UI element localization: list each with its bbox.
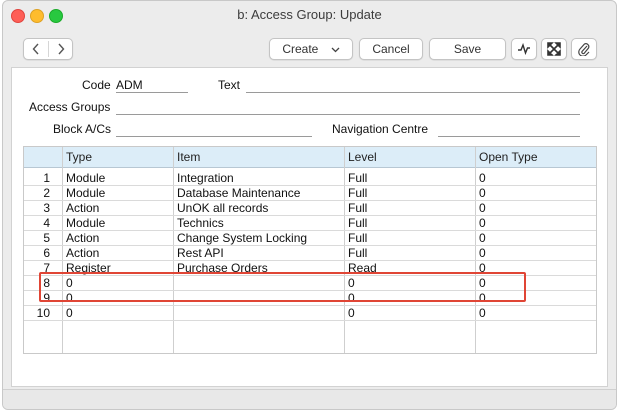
open-type-cell[interactable]: 0	[479, 201, 486, 216]
paperclip-icon	[578, 43, 590, 57]
column-header-item[interactable]: Item	[177, 150, 200, 164]
create-button[interactable]: Create	[269, 38, 353, 60]
level-cell[interactable]: Full	[348, 201, 367, 216]
type-cell[interactable]: Action	[66, 246, 99, 261]
table-row[interactable]: 3 Action UnOK all records Full 0	[24, 201, 596, 216]
navigation-centre-field[interactable]	[438, 122, 580, 137]
previous-record-button[interactable]	[24, 39, 48, 59]
activity-button[interactable]	[511, 38, 537, 60]
highlight-annotation-box	[39, 272, 526, 302]
type-cell[interactable]: Module	[66, 216, 105, 231]
column-header-level[interactable]: Level	[348, 150, 377, 164]
open-type-cell[interactable]: 0	[479, 231, 486, 246]
record-navigation	[23, 38, 73, 60]
chevron-left-icon	[32, 43, 39, 55]
window-title: b: Access Group: Update	[237, 7, 382, 22]
open-type-cell[interactable]: 0	[479, 171, 486, 186]
row-number: 1	[43, 171, 50, 185]
table-row[interactable]: 10 0 0 0	[24, 306, 596, 321]
expand-icon	[547, 42, 561, 56]
text-label: Text	[218, 78, 241, 92]
open-type-cell[interactable]: 0	[479, 306, 486, 321]
code-label: Code	[82, 78, 111, 92]
create-button-label: Create	[282, 42, 319, 56]
column-header-type[interactable]: Type	[66, 150, 92, 164]
item-cell[interactable]: UnOK all records	[177, 201, 268, 216]
level-cell[interactable]: Full	[348, 231, 367, 246]
open-type-cell[interactable]: 0	[479, 216, 486, 231]
row-number: 2	[43, 186, 50, 200]
item-cell[interactable]: Database Maintenance	[177, 186, 300, 201]
access-group-window: b: Access Group: Update Create Cancel Sa…	[2, 0, 617, 410]
row-number: 4	[43, 216, 50, 230]
level-cell[interactable]: 0	[348, 306, 355, 321]
grid-header: Type Item Level Open Type	[24, 147, 596, 168]
type-cell[interactable]: Module	[66, 186, 105, 201]
chevron-down-icon	[331, 47, 340, 53]
access-grid: Type Item Level Open Type 1 Module Integ…	[23, 146, 597, 354]
type-cell[interactable]: Module	[66, 171, 105, 186]
level-cell[interactable]: Full	[348, 186, 367, 201]
table-row[interactable]: 1 Module Integration Full 0	[24, 171, 596, 186]
title-bar: b: Access Group: Update	[3, 1, 616, 29]
type-cell[interactable]: 0	[66, 306, 73, 321]
next-record-button[interactable]	[49, 39, 73, 59]
attach-button[interactable]	[571, 38, 597, 60]
table-row[interactable]: 2 Module Database Maintenance Full 0	[24, 186, 596, 201]
text-field[interactable]	[246, 78, 580, 93]
item-cell[interactable]: Technics	[177, 216, 224, 231]
column-header-open-type[interactable]: Open Type	[479, 150, 538, 164]
table-row[interactable]: 4 Module Technics Full 0	[24, 216, 596, 231]
access-groups-label: Access Groups	[29, 100, 111, 114]
row-number: 5	[43, 231, 50, 245]
level-cell[interactable]: Full	[348, 216, 367, 231]
chevron-right-icon	[58, 43, 65, 55]
form-area: Code ADM Text Access Groups Block A/Cs N…	[11, 67, 608, 387]
toolbar: Create Cancel Save	[3, 29, 616, 67]
table-row[interactable]: 5 Action Change System Locking Full 0	[24, 231, 596, 246]
save-button[interactable]: Save	[429, 38, 506, 60]
type-cell[interactable]: Action	[66, 201, 99, 216]
level-cell[interactable]: Full	[348, 171, 367, 186]
level-cell[interactable]: Full	[348, 246, 367, 261]
cancel-button[interactable]: Cancel	[359, 38, 423, 60]
activity-icon	[518, 42, 530, 56]
table-row[interactable]: 6 Action Rest API Full 0	[24, 246, 596, 261]
navigation-centre-label: Navigation Centre	[332, 122, 429, 136]
status-bar	[3, 389, 616, 409]
block-acs-label: Block A/Cs	[53, 122, 112, 136]
type-cell[interactable]: Action	[66, 231, 99, 246]
row-number: 10	[36, 306, 50, 320]
row-number: 3	[43, 201, 50, 215]
block-acs-field[interactable]	[116, 122, 312, 137]
access-groups-field[interactable]	[116, 100, 580, 115]
item-cell[interactable]: Rest API	[177, 246, 224, 261]
item-cell[interactable]: Change System Locking	[177, 231, 307, 246]
expand-button[interactable]	[541, 38, 567, 60]
item-cell[interactable]: Integration	[177, 171, 234, 186]
open-type-cell[interactable]: 0	[479, 186, 486, 201]
open-type-cell[interactable]: 0	[479, 246, 486, 261]
code-field[interactable]: ADM	[116, 78, 188, 93]
row-number: 6	[43, 246, 50, 260]
